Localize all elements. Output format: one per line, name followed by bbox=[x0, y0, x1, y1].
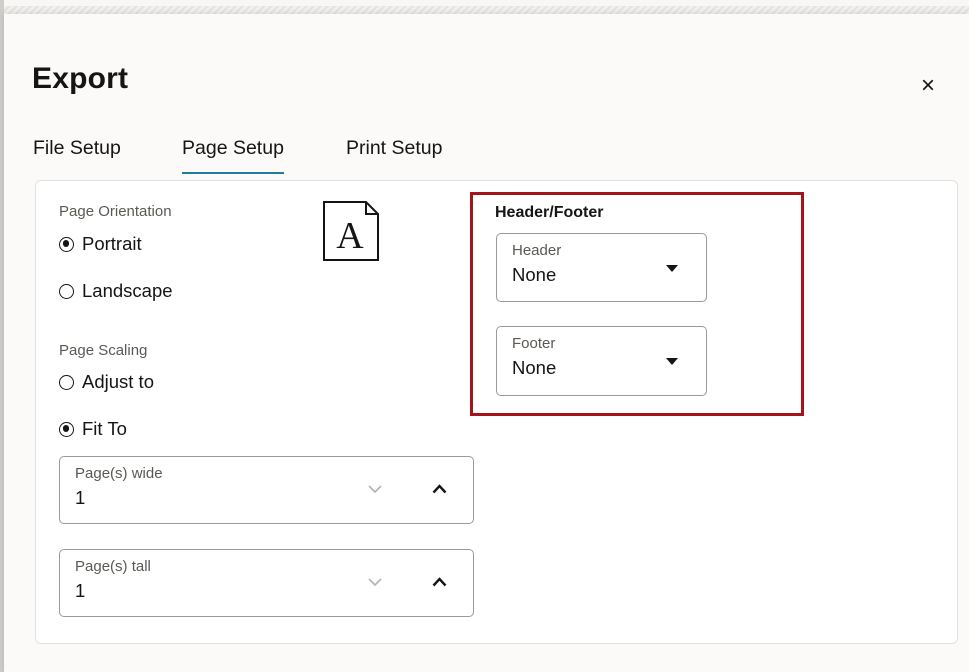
tab-file-setup[interactable]: File Setup bbox=[33, 137, 121, 172]
adjust-to-label: Adjust to bbox=[82, 371, 154, 392]
tab-page-setup[interactable]: Page Setup bbox=[182, 137, 284, 174]
portrait-radio[interactable]: Portrait bbox=[59, 233, 142, 255]
landscape-label: Landscape bbox=[82, 280, 173, 301]
header-value: None bbox=[512, 264, 557, 285]
pages-wide-label: Page(s) wide bbox=[75, 465, 163, 482]
header-footer-title: Header/Footer bbox=[495, 204, 604, 221]
pages-wide-stepper[interactable]: Page(s) wide 1 bbox=[59, 456, 474, 524]
fit-to-radio[interactable]: Fit To bbox=[59, 418, 127, 440]
fit-to-label: Fit To bbox=[82, 418, 127, 439]
page-scaling-label: Page Scaling bbox=[59, 342, 148, 359]
caret-down-icon bbox=[666, 358, 678, 365]
pages-tall-stepper[interactable]: Page(s) tall 1 bbox=[59, 549, 474, 617]
header-label: Header bbox=[512, 242, 562, 259]
pages-tall-value[interactable]: 1 bbox=[75, 580, 85, 602]
portrait-label: Portrait bbox=[82, 233, 142, 254]
footer-label: Footer bbox=[512, 335, 556, 352]
caret-down-icon bbox=[666, 265, 678, 272]
dialog-title: Export bbox=[32, 62, 129, 95]
radio-checked-icon bbox=[59, 236, 74, 252]
radio-unchecked-icon bbox=[59, 374, 74, 390]
radio-unchecked-icon bbox=[59, 283, 74, 299]
chevron-up-icon[interactable] bbox=[432, 484, 447, 494]
chevron-down-icon[interactable] bbox=[368, 485, 382, 494]
chevron-down-icon[interactable] bbox=[368, 578, 382, 587]
adjust-to-radio[interactable]: Adjust to bbox=[59, 371, 154, 393]
pages-wide-value[interactable]: 1 bbox=[75, 487, 85, 509]
page-icon-letter: A bbox=[336, 215, 364, 257]
portrait-page-icon: A bbox=[323, 201, 379, 261]
radio-checked-icon bbox=[59, 421, 74, 437]
header-select[interactable]: Header None bbox=[496, 233, 707, 302]
pages-tall-label: Page(s) tall bbox=[75, 558, 151, 575]
chevron-up-icon[interactable] bbox=[432, 577, 447, 587]
landscape-radio[interactable]: Landscape bbox=[59, 280, 173, 302]
close-icon[interactable]: × bbox=[912, 70, 944, 102]
footer-select[interactable]: Footer None bbox=[496, 326, 707, 396]
tab-print-setup[interactable]: Print Setup bbox=[346, 137, 442, 172]
page-orientation-label: Page Orientation bbox=[59, 203, 172, 220]
footer-value: None bbox=[512, 357, 557, 378]
